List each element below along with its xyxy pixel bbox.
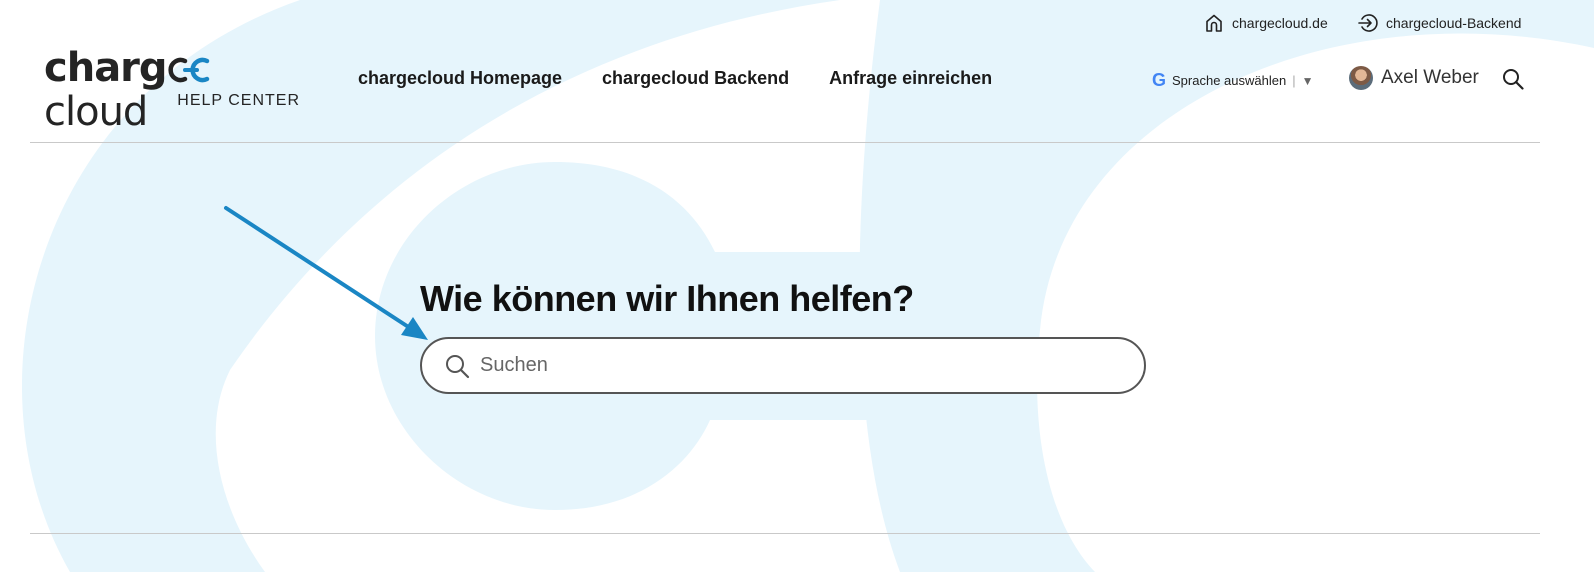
dropdown-arrow-icon: ▼ [1301, 73, 1314, 88]
home-icon [1206, 14, 1222, 32]
page-title: Wie können wir Ihnen helfen? [420, 278, 914, 319]
logo-wordmark: charg cloud [44, 46, 304, 134]
search-input[interactable] [478, 353, 1102, 378]
logo-cc-icon [167, 57, 209, 83]
nav-anfrage-einreichen[interactable]: Anfrage einreichen [829, 68, 992, 89]
chargecloud-de-label: chargecloud.de [1232, 15, 1328, 31]
login-arrow-icon [1358, 14, 1378, 32]
chargecloud-backend-label: chargecloud-Backend [1386, 15, 1522, 31]
main-nav: chargecloud Homepage chargecloud Backend… [358, 68, 992, 89]
header-divider [30, 142, 1540, 143]
search-icon [446, 354, 470, 378]
google-icon: G [1152, 70, 1167, 90]
language-label: Sprache auswählen [1172, 73, 1287, 88]
chargecloud-logo[interactable]: charg cloud HELP CENTER [44, 46, 304, 134]
search-box[interactable] [420, 337, 1146, 394]
user-menu[interactable]: Axel Weber [1349, 66, 1479, 90]
language-selector[interactable]: G Sprache auswählen | ▼ [1152, 70, 1314, 91]
nav-chargecloud-homepage[interactable]: chargecloud Homepage [358, 68, 562, 89]
nav-chargecloud-backend[interactable]: chargecloud Backend [602, 68, 789, 89]
user-name: Axel Weber [1381, 67, 1479, 88]
language-separator: | [1292, 73, 1296, 88]
logo-word-part1: charg [44, 45, 168, 91]
search-icon[interactable] [1502, 68, 1524, 90]
logo-subtitle: HELP CENTER [177, 92, 300, 109]
logo-word-part2: cloud [44, 89, 148, 135]
avatar [1349, 66, 1373, 90]
section-divider [30, 533, 1540, 534]
chargecloud-de-link[interactable]: chargecloud.de [1204, 12, 1328, 34]
chargecloud-backend-link[interactable]: chargecloud-Backend [1358, 12, 1521, 34]
